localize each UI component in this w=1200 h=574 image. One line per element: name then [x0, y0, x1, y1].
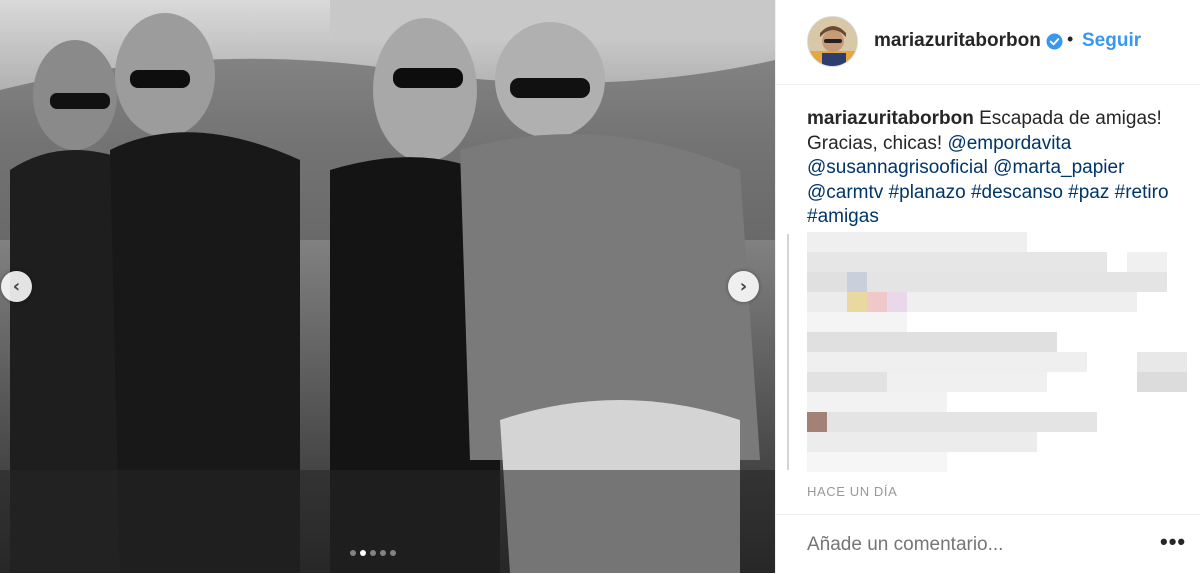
carousel-indicator [350, 550, 396, 556]
mention-link[interactable]: @empordavita [947, 133, 1071, 154]
photo-image [0, 0, 775, 573]
verified-badge-icon [1046, 33, 1063, 50]
chevron-left-icon: ‹ [12, 275, 21, 297]
hashtag-link[interactable]: #paz [1068, 182, 1109, 203]
post-photo[interactable]: ‹ › [0, 0, 775, 573]
avatar-image [808, 17, 857, 66]
hashtag-link[interactable]: #retiro [1115, 182, 1169, 203]
mention-link[interactable]: @susannagrisooficial [807, 157, 988, 178]
carousel-prev-button[interactable]: ‹ [1, 271, 32, 302]
follow-button[interactable]: Seguir [1082, 30, 1141, 52]
chevron-right-icon: › [739, 275, 748, 297]
carousel-next-button[interactable]: › [728, 271, 759, 302]
carousel-dot [350, 550, 356, 556]
avatar[interactable] [807, 16, 858, 67]
hashtag-link[interactable]: #planazo [889, 182, 966, 203]
hashtag-link[interactable]: #amigas [807, 206, 879, 227]
carousel-dot [380, 550, 386, 556]
comment-input[interactable] [807, 534, 1137, 556]
post-timestamp[interactable]: HACE UN DÍA [807, 484, 897, 499]
username-link[interactable]: mariazuritaborbon [874, 30, 1041, 52]
post-sidebar: mariazuritaborbon • Seguir mariazuritabo… [775, 0, 1200, 573]
carousel-dot [390, 550, 396, 556]
instagram-post: ‹ › mariazuritaborbon • Seguir mariazuri… [0, 0, 1200, 573]
post-header: mariazuritaborbon • Seguir [776, 0, 1200, 85]
hashtag-link[interactable]: #descanso [971, 182, 1063, 203]
caption-username-link[interactable]: mariazuritaborbon [807, 108, 974, 129]
carousel-dot-active [360, 550, 366, 556]
pixelated-comments [807, 232, 1187, 472]
mention-link[interactable]: @carmtv [807, 182, 883, 203]
post-caption: mariazuritaborbon Escapada de amigas! Gr… [807, 107, 1187, 230]
comment-bar: ••• [776, 514, 1200, 574]
comments-scrollbar[interactable] [787, 234, 789, 470]
mention-link[interactable]: @marta_papier [993, 157, 1124, 178]
more-options-icon[interactable]: ••• [1160, 529, 1186, 555]
carousel-dot [370, 550, 376, 556]
header-separator: • [1067, 29, 1074, 49]
